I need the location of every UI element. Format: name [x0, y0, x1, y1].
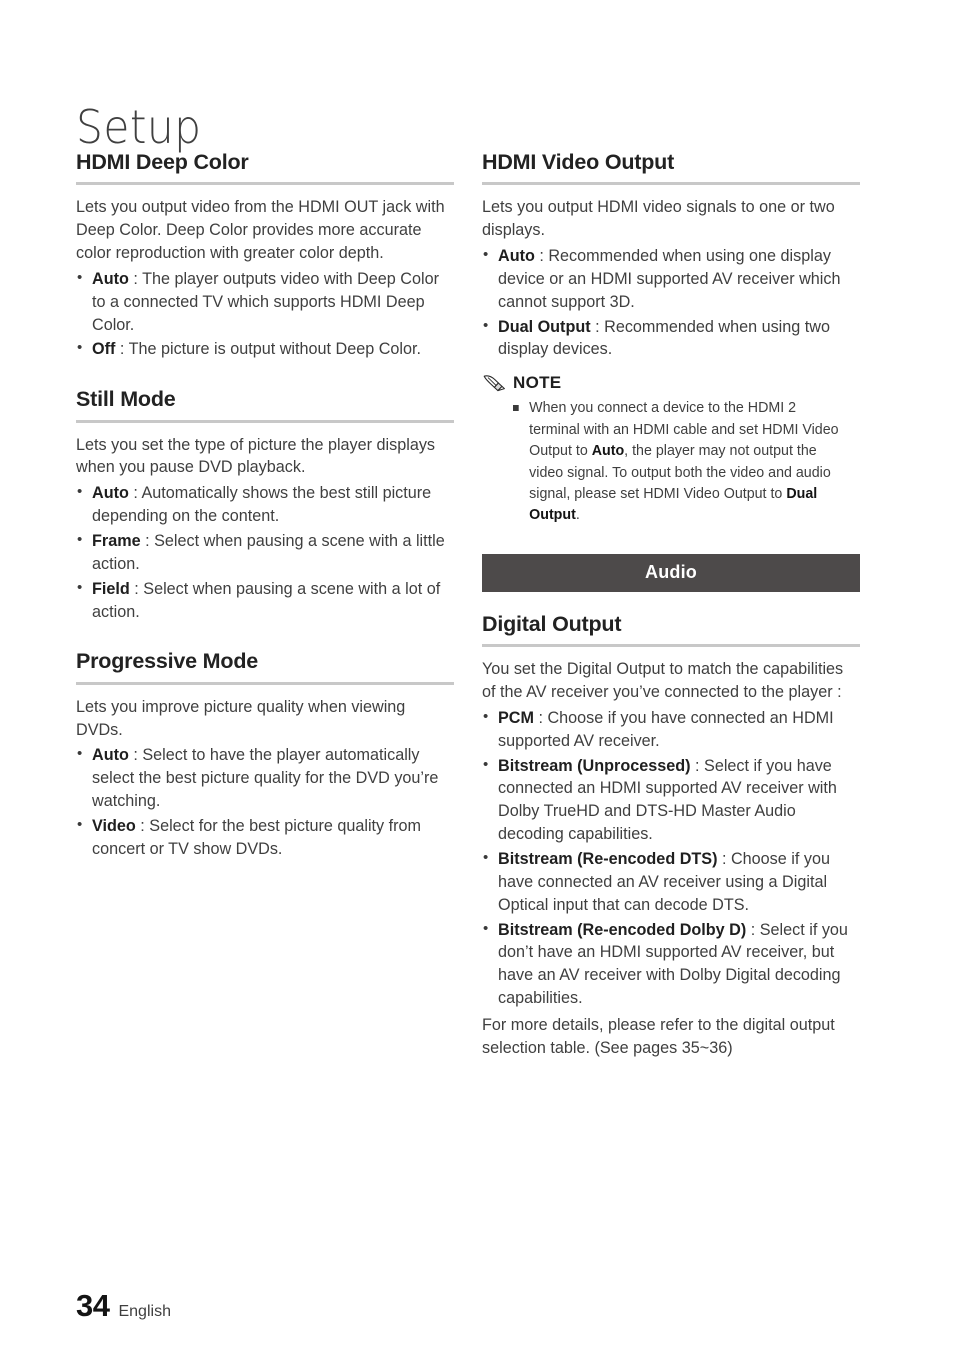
option-list: Auto : Select to have the player automat…: [76, 743, 454, 861]
section-heading: Digital Output: [482, 611, 622, 636]
option-separator: :: [128, 269, 143, 288]
note-list: When you connect a device to the HDMI 2 …: [482, 397, 860, 526]
option-separator: :: [115, 340, 129, 359]
option-term: Frame: [92, 532, 141, 550]
section-heading: Progressive Mode: [76, 649, 259, 674]
section-intro: You set the Digital Output to match the …: [482, 660, 844, 702]
list-item: Frame : Select when pausing a scene with…: [76, 529, 454, 576]
right-column: HDMI Video Output Lets you output HDMI v…: [482, 150, 860, 1086]
list-item: Video : Select for the best picture qual…: [76, 814, 454, 861]
option-separator: :: [128, 484, 142, 503]
note-block: NOTE When you connect a device to the HD…: [482, 373, 860, 526]
section-heading: Still Mode: [76, 387, 176, 412]
option-text: Choose if you have connected an HDMI sup…: [498, 708, 834, 750]
option-term: Auto: [92, 484, 129, 503]
option-text: Select when pausing a scene with a lot o…: [92, 579, 441, 621]
option-list: PCM : Choose if you have connected an HD…: [482, 706, 860, 1010]
list-item: Auto : Select to have the player automat…: [76, 743, 454, 813]
list-item: Field : Select when pausing a scene with…: [76, 577, 454, 624]
option-term: Dual Output: [498, 317, 591, 336]
list-item: Off : The picture is output without Deep…: [76, 337, 454, 361]
note-bold-auto: Auto: [591, 442, 625, 460]
option-list: Auto : The player outputs video with Dee…: [76, 267, 454, 361]
section-still-mode: Still Mode Lets you set the type of pict…: [76, 387, 454, 623]
option-term: Auto: [92, 269, 129, 288]
option-text: Automatically shows the best still pictu…: [92, 484, 432, 526]
option-term: Bitstream (Re-encoded Dolby D): [498, 920, 747, 939]
option-term: Off: [92, 340, 116, 359]
option-text: Select to have the player automatically …: [92, 746, 439, 811]
section-intro: Lets you set the type of picture the pla…: [76, 435, 436, 477]
list-item: Bitstream (Re-encoded DTS) : Choose if y…: [482, 847, 860, 917]
section-hdmi-video-output: HDMI Video Output Lets you output HDMI v…: [482, 150, 860, 526]
list-item: Dual Output : Recommended when using two…: [482, 315, 860, 362]
option-separator: :: [128, 746, 143, 765]
section-intro: Lets you output HDMI video signals to on…: [482, 198, 835, 240]
option-term: Video: [92, 816, 136, 835]
manual-page: Setup HDMI Deep Color Lets you output vi…: [0, 0, 954, 1354]
option-term: Auto: [498, 247, 535, 266]
section-outro: For more details, please refer to the di…: [482, 1015, 835, 1057]
option-separator: :: [135, 816, 150, 835]
option-list: Auto : Recommended when using one displa…: [482, 244, 860, 362]
list-item: Auto : Recommended when using one displa…: [482, 244, 860, 314]
option-term: Bitstream (Unprocessed): [498, 756, 691, 775]
note-title: NOTE: [513, 373, 562, 393]
list-item: Auto : The player outputs video with Dee…: [76, 267, 454, 337]
pencil-icon: [482, 374, 506, 392]
page-title: Setup: [76, 99, 202, 154]
left-column: HDMI Deep Color Lets you output video fr…: [76, 150, 454, 887]
list-item: Bitstream (Unprocessed) : Select if you …: [482, 754, 860, 846]
heading-rule: [482, 182, 860, 186]
option-term: Bitstream (Re-encoded DTS): [498, 850, 718, 868]
option-list: Auto : Automatically shows the best stil…: [76, 481, 454, 624]
note-item: When you connect a device to the HDMI 2 …: [513, 397, 843, 526]
option-separator: :: [129, 579, 144, 598]
page-number: 34: [76, 1288, 110, 1323]
section-intro: Lets you improve picture quality when vi…: [76, 697, 406, 739]
option-separator: :: [140, 532, 155, 550]
section-intro: Lets you output video from the HDMI OUT …: [76, 198, 445, 263]
heading-rule: [76, 419, 454, 423]
section-band-audio: Audio: [482, 553, 860, 592]
option-text: Recommended when using one display devic…: [498, 247, 841, 311]
section-digital-output: Digital Output You set the Digital Outpu…: [482, 612, 860, 1060]
option-text: The player outputs video with Deep Color…: [92, 269, 439, 334]
heading-rule: [76, 681, 454, 685]
option-separator: :: [533, 708, 548, 727]
page-language: English: [118, 1303, 171, 1320]
list-item: PCM : Choose if you have connected an HD…: [482, 706, 860, 753]
option-separator: :: [690, 756, 705, 775]
option-term: Field: [92, 579, 130, 598]
list-item: Auto : Automatically shows the best stil…: [76, 481, 454, 528]
heading-rule: [76, 182, 454, 186]
option-text: The picture is output without Deep Color…: [128, 340, 422, 359]
option-separator: :: [534, 247, 549, 266]
section-heading: HDMI Video Output: [482, 150, 675, 174]
option-term: Auto: [92, 746, 129, 765]
option-separator: :: [717, 850, 731, 868]
section-heading: HDMI Deep Color: [76, 150, 249, 174]
option-separator: :: [746, 920, 760, 939]
section-progressive-mode: Progressive Mode Lets you improve pictur…: [76, 649, 454, 860]
note-text-part-3: .: [575, 506, 580, 524]
option-separator: :: [590, 317, 605, 336]
list-item: Bitstream (Re-encoded Dolby D) : Select …: [482, 918, 860, 1010]
heading-rule: [482, 644, 860, 648]
option-term: PCM: [498, 708, 534, 727]
note-header: NOTE: [482, 373, 860, 393]
section-hdmi-deep-color: HDMI Deep Color Lets you output video fr…: [76, 150, 454, 361]
page-footer: 34 English: [76, 1288, 171, 1324]
